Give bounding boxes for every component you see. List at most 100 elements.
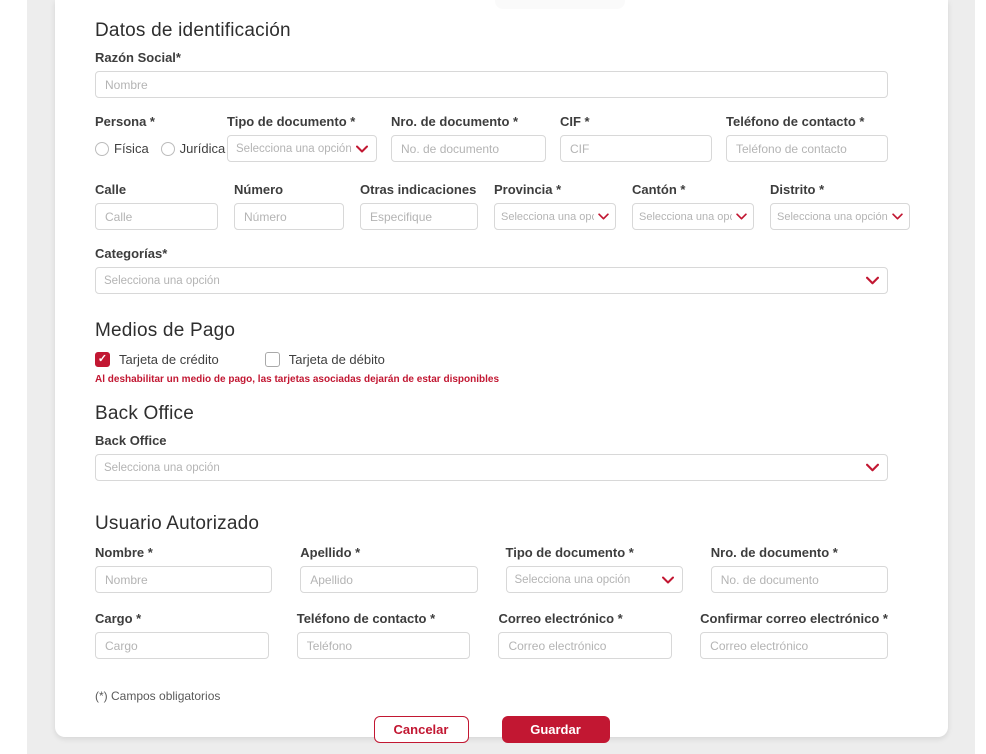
section-title-identificacion: Datos de identificación [95,20,888,42]
back-office-field: Back Office Selecciona una opción [95,433,888,481]
categorias-value: Selecciona una opción [104,275,220,287]
razon-social-label: Razón Social* [95,50,888,65]
back-office-select[interactable]: Selecciona una opción [95,454,888,481]
back-office-label: Back Office [95,433,888,448]
canton-select[interactable]: Selecciona una opción [632,203,754,230]
action-buttons: Cancelar Guardar [95,716,888,743]
numero-input[interactable] [234,203,344,230]
calle-label: Calle [95,182,218,197]
back-office-value: Selecciona una opción [104,462,220,474]
tipo-documento-label: Tipo de documento * [227,114,377,129]
usuario-telefono-input[interactable] [297,632,471,659]
section-title-usuario-autorizado: Usuario Autorizado [95,513,888,535]
correo-field: Correo electrónico * [498,611,672,659]
chevron-down-icon [736,213,747,220]
provincia-select[interactable]: Selecciona una opción [494,203,616,230]
cargo-field: Cargo * [95,611,269,659]
correo-input[interactable] [498,632,672,659]
distrito-value: Selecciona una opción [777,211,888,223]
usuario-telefono-label: Teléfono de contacto * [297,611,471,626]
tipo-documento-select[interactable]: Selecciona una opción [227,135,377,162]
form-content: Datos de identificación Razón Social* Pe… [55,0,948,743]
razon-social-input[interactable] [95,71,888,98]
section-title-medios-pago: Medios de Pago [95,320,888,342]
chevron-down-icon [866,276,879,285]
usuario-apellido-field: Apellido * [300,545,477,593]
chevron-down-icon [356,145,368,153]
identity-row: Persona * Física Jurídica Tipo de docum [95,114,888,162]
tarjeta-credito-checkbox[interactable]: ✓ [95,352,110,367]
cif-field: CIF * [560,114,712,162]
numero-field: Número [234,182,344,230]
distrito-label: Distrito * [770,182,910,197]
usuario-tipo-documento-select[interactable]: Selecciona una opción [506,566,683,593]
canton-field: Cantón * Selecciona una opción [632,182,754,230]
form-card: Datos de identificación Razón Social* Pe… [55,0,948,737]
usuario-nro-documento-input[interactable] [711,566,888,593]
radio-circle-icon[interactable] [161,142,175,156]
otras-indicaciones-label: Otras indicaciones [360,182,478,197]
cif-label: CIF * [560,114,712,129]
save-button[interactable]: Guardar [502,716,610,743]
confirmar-correo-label: Confirmar correo electrónico * [700,611,888,626]
usuario-nombre-label: Nombre * [95,545,272,560]
calle-field: Calle [95,182,218,230]
radio-fisica-label: Física [114,141,149,156]
persona-field: Persona * Física Jurídica [95,114,213,162]
telefono-contacto-input[interactable] [726,135,888,162]
nro-documento-input[interactable] [391,135,546,162]
telefono-contacto-field: Teléfono de contacto * [726,114,888,162]
provincia-field: Provincia * Selecciona una opción [494,182,616,230]
payment-warning-note: Al deshabilitar un medio de pago, las ta… [95,374,888,385]
usuario-apellido-input[interactable] [300,566,477,593]
usuario-apellido-label: Apellido * [300,545,477,560]
calle-input[interactable] [95,203,218,230]
usuario-row-1: Nombre * Apellido * Tipo de documento * … [95,545,888,593]
tarjeta-debito-label: Tarjeta de débito [289,352,385,367]
tarjeta-credito-label: Tarjeta de crédito [119,352,219,367]
usuario-nro-documento-label: Nro. de documento * [711,545,888,560]
chevron-down-icon [598,213,609,220]
section-title-back-office: Back Office [95,403,888,425]
persona-label: Persona * [95,114,213,129]
categorias-field: Categorías* Selecciona una opción [95,246,888,294]
cargo-input[interactable] [95,632,269,659]
confirmar-correo-field: Confirmar correo electrónico * [700,611,888,659]
canton-value: Selecciona una opción [639,211,732,223]
page: Datos de identificación Razón Social* Pe… [0,0,986,754]
distrito-field: Distrito * Selecciona una opción [770,182,910,230]
chevron-down-icon [866,463,879,472]
payment-methods-row: ✓ Tarjeta de crédito ✓ Tarjeta de débito [95,352,888,367]
confirmar-correo-input[interactable] [700,632,888,659]
razon-social-field: Razón Social* [95,50,888,98]
tarjeta-debito-option[interactable]: ✓ Tarjeta de débito [265,352,385,367]
categorias-select[interactable]: Selecciona una opción [95,267,888,294]
campos-obligatorios-note: (*) Campos obligatorios [95,689,888,703]
tarjeta-credito-option[interactable]: ✓ Tarjeta de crédito [95,352,219,367]
cancel-button[interactable]: Cancelar [374,716,469,743]
check-icon: ✓ [98,354,107,365]
provincia-value: Selecciona una opción [501,211,594,223]
radio-circle-icon[interactable] [95,142,109,156]
tarjeta-debito-checkbox[interactable]: ✓ [265,352,280,367]
nro-documento-label: Nro. de documento * [391,114,546,129]
tipo-documento-value: Selecciona una opción [236,143,352,155]
usuario-tipo-documento-value: Selecciona una opción [515,574,631,586]
numero-label: Número [234,182,344,197]
telefono-contacto-label: Teléfono de contacto * [726,114,888,129]
usuario-nombre-input[interactable] [95,566,272,593]
usuario-tipo-documento-label: Tipo de documento * [506,545,683,560]
distrito-select[interactable]: Selecciona una opción [770,203,910,230]
categorias-label: Categorías* [95,246,888,261]
usuario-telefono-field: Teléfono de contacto * [297,611,471,659]
otras-indicaciones-field: Otras indicaciones [360,182,478,230]
chevron-down-icon [892,213,903,220]
cargo-label: Cargo * [95,611,269,626]
cif-input[interactable] [560,135,712,162]
radio-juridica[interactable]: Jurídica [161,141,226,156]
radio-juridica-label: Jurídica [180,141,226,156]
otras-indicaciones-input[interactable] [360,203,478,230]
radio-fisica[interactable]: Física [95,141,149,156]
chevron-down-icon [662,576,674,584]
nro-documento-field: Nro. de documento * [391,114,546,162]
